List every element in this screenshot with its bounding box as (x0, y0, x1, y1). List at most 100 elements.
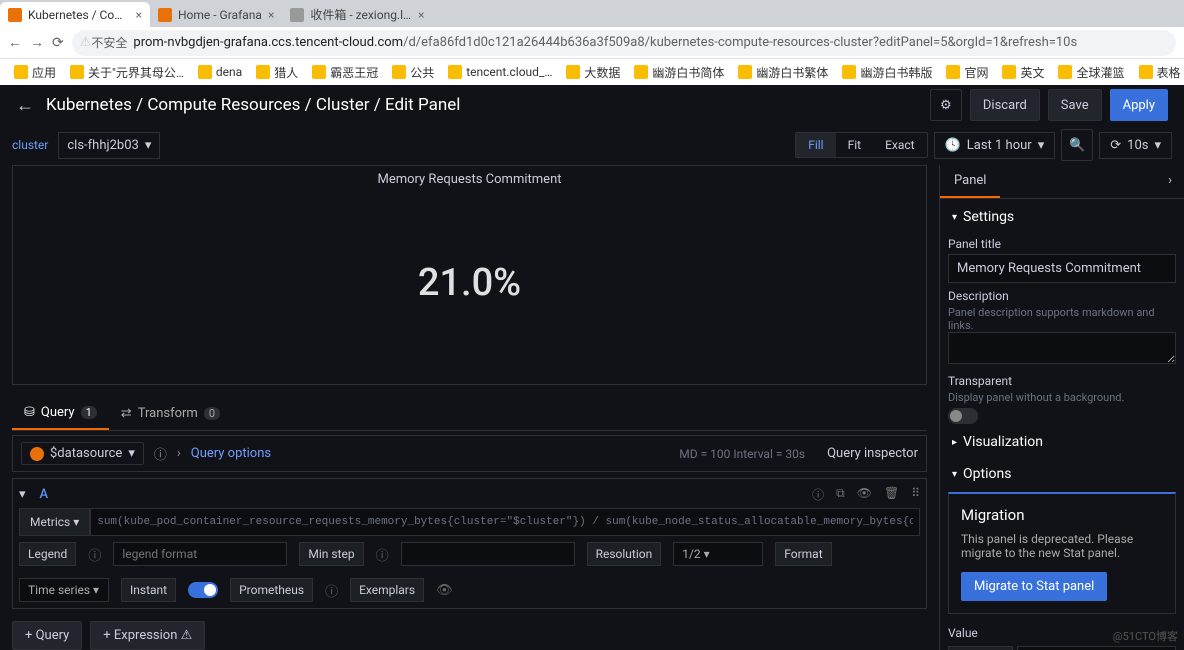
resolution-select[interactable]: 1/2 ▾ (673, 542, 763, 566)
gear-icon[interactable]: ⚙ (930, 89, 962, 121)
fit-button[interactable]: Fit (836, 133, 873, 157)
back-arrow-icon[interactable]: ← (16, 95, 34, 116)
variable-select[interactable]: cls-fhhj2b03▾ (58, 132, 160, 159)
bookmark-item[interactable]: 猎人 (250, 62, 304, 83)
info-icon[interactable]: ⓘ (812, 486, 824, 503)
reload-icon[interactable]: ⟳ (52, 35, 64, 51)
query-expression-row: Metrics ▾ (19, 508, 920, 536)
bookmark-item[interactable]: 关于"元界其母公… (64, 62, 190, 83)
transparent-toggle[interactable] (948, 408, 978, 424)
chevron-down-icon: ▾ (145, 138, 152, 153)
exact-button[interactable]: Exact (873, 133, 927, 157)
info-icon[interactable]: ⓘ (325, 581, 338, 600)
instant-toggle[interactable] (188, 582, 218, 598)
chevron-down-icon[interactable]: ▾ (19, 487, 26, 502)
browser-tab[interactable]: Home - Grafana × (150, 2, 282, 27)
bookmark-item[interactable]: 表格 (1133, 62, 1184, 83)
folder-icon (738, 65, 752, 79)
section-settings[interactable]: ▾Settings (948, 199, 1176, 231)
expression-input[interactable] (90, 508, 920, 536)
query-options-link[interactable]: Query options (191, 446, 271, 461)
datasource-select[interactable]: $datasource▾ (21, 442, 144, 465)
legend-input[interactable] (113, 542, 287, 566)
bookmark-item[interactable]: 大数据 (560, 62, 626, 83)
chevron-right-icon[interactable]: › (177, 446, 181, 461)
folder-icon (1002, 65, 1016, 79)
apply-button[interactable]: Apply (1110, 89, 1168, 121)
copy-icon[interactable]: ⧉ (836, 486, 845, 503)
format-select[interactable]: Time series ▾ (19, 578, 109, 602)
add-expression-button[interactable]: + Expression ⚠ (90, 621, 205, 650)
section-visualization[interactable]: ▸Visualization (948, 424, 1176, 456)
close-icon[interactable]: × (268, 8, 274, 22)
save-button[interactable]: Save (1048, 89, 1102, 121)
migrate-button[interactable]: Migrate to Stat panel (961, 572, 1107, 601)
bookmark-item[interactable]: 英文 (996, 62, 1050, 83)
tab-strip: Kubernetes / Compute Resou…× Home - Graf… (0, 0, 1184, 27)
chevron-down-icon: ▾ (128, 446, 135, 461)
bookmark-item[interactable]: 全球灌篮 (1052, 62, 1130, 83)
bookmark-item[interactable]: 应用 (8, 62, 62, 83)
browser-tab[interactable]: Kubernetes / Compute Resou…× (0, 2, 150, 27)
bookmark-item[interactable]: tencent.cloud_… (442, 63, 558, 81)
zoom-out-icon[interactable]: 🔍 (1061, 129, 1093, 161)
forward-icon[interactable]: → (30, 34, 44, 51)
bookmark-label: 表格 (1157, 64, 1181, 81)
tab-transform[interactable]: ⇄Transform0 (109, 397, 232, 430)
query-tabs: ⛁Query1 ⇄Transform0 (12, 397, 927, 431)
close-icon[interactable]: × (418, 8, 424, 22)
fill-button[interactable]: Fill (796, 133, 835, 157)
trash-icon[interactable]: 🗑 (884, 486, 899, 503)
bookmark-item[interactable]: 幽游白书韩版 (836, 62, 938, 83)
back-icon[interactable]: ← (8, 34, 22, 51)
query-row-head: ▾ A ⓘ ⧉ 👁 🗑 ⠿ (19, 485, 920, 504)
info-icon[interactable]: ⓘ (88, 545, 101, 564)
eye-icon[interactable]: 👁 (436, 583, 453, 598)
migration-text: This panel is deprecated. Please migrate… (961, 532, 1163, 560)
prometheus-label: Prometheus (230, 578, 313, 602)
tab-title: Home - Grafana (178, 8, 262, 22)
close-icon[interactable]: × (136, 8, 142, 22)
url-path: /d/efa86fd1d0c121a26444b636a3f509a8/kube… (403, 35, 1077, 50)
discard-button[interactable]: Discard (970, 89, 1040, 121)
chevron-down-icon: ▾ (1154, 138, 1161, 153)
folder-icon (634, 65, 648, 79)
eye-icon[interactable]: 👁 (857, 486, 872, 503)
info-icon[interactable]: ⓘ (376, 545, 389, 564)
bookmark-item[interactable]: 官网 (940, 62, 994, 83)
show-select[interactable]: Average▾ (1017, 646, 1176, 650)
section-options[interactable]: ▾Options (948, 456, 1176, 488)
description-input[interactable] (948, 332, 1176, 364)
drag-icon[interactable]: ⠿ (911, 486, 920, 503)
time-picker[interactable]: 🕓Last 1 hour▾ (934, 132, 1056, 159)
metrics-button[interactable]: Metrics ▾ (19, 508, 90, 536)
bookmark-item[interactable]: 公共 (386, 62, 440, 83)
info-icon[interactable]: ⓘ (154, 444, 167, 463)
tab-title: 收件箱 - zexiong.li@dena.jp - (310, 6, 412, 23)
section-label: Visualization (963, 434, 1043, 450)
bookmark-item[interactable]: dena (192, 63, 248, 81)
folder-icon (392, 65, 406, 79)
expand-icon[interactable]: › (1156, 165, 1184, 198)
browser-tab[interactable]: 收件箱 - zexiong.li@dena.jp - × (282, 2, 432, 27)
mail-icon (290, 8, 304, 22)
query-inspector-button[interactable]: Query inspector (827, 446, 918, 461)
bookmark-label: 官网 (964, 64, 988, 81)
add-buttons: + Query + Expression ⚠ (12, 621, 927, 650)
minstep-input[interactable] (401, 542, 575, 566)
bookmark-item[interactable]: 幽游白书简体 (628, 62, 730, 83)
refresh-picker[interactable]: ⟳10s▾ (1099, 132, 1172, 159)
migration-box: Migration This panel is deprecated. Plea… (948, 492, 1176, 614)
bookmarks-bar: 应用关于"元界其母公…dena猎人霸恶王冠公共 tencent.cloud_… 大数… (0, 58, 1184, 85)
grafana-icon (8, 8, 22, 22)
tab-query[interactable]: ⛁Query1 (12, 397, 109, 430)
panel-title-input[interactable] (948, 254, 1176, 283)
bookmark-label: tencent.cloud_… (466, 65, 552, 79)
url-box[interactable]: ⚠ 不安全 prom-nvbgdjen-grafana.ccs.tencent-… (72, 30, 1176, 56)
tab-panel[interactable]: Panel (940, 165, 1000, 198)
bookmark-item[interactable]: 霸恶王冠 (306, 62, 384, 83)
variable-label: cluster (12, 138, 48, 152)
add-query-button[interactable]: + Query (12, 621, 82, 650)
badge: 0 (204, 407, 220, 420)
bookmark-item[interactable]: 幽游白书繁体 (732, 62, 834, 83)
